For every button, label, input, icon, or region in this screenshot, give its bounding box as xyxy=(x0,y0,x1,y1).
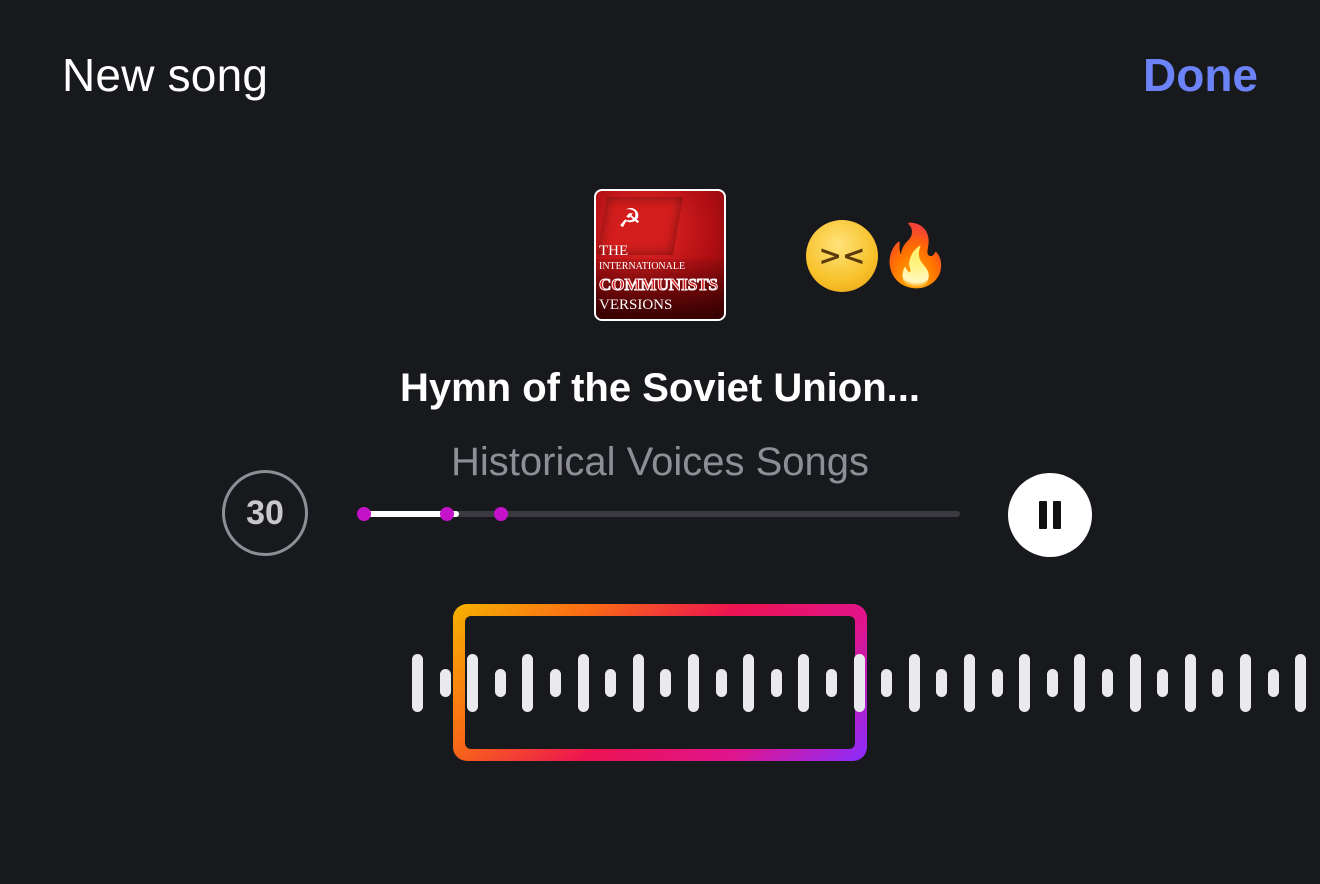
progress-marker-3[interactable] xyxy=(494,507,509,521)
waveform-bar xyxy=(1212,669,1224,697)
fire-icon[interactable]: 🔥 xyxy=(878,220,953,292)
song-title: Hymn of the Soviet Union... xyxy=(399,366,921,410)
waveform-bar xyxy=(1184,654,1196,712)
waveform-bar xyxy=(770,669,782,697)
waveform-bar xyxy=(412,654,423,712)
waveform-bar xyxy=(605,669,617,697)
waveform-bar xyxy=(522,654,534,712)
cover-text-line-2: INTERNATIONALE xyxy=(599,261,686,272)
waveform-bar xyxy=(1240,654,1251,712)
pause-icon-bar-right xyxy=(1053,501,1061,529)
waveform[interactable] xyxy=(0,600,1320,770)
duration-button[interactable]: 30 xyxy=(222,470,308,556)
waveform-bar xyxy=(550,669,561,697)
progress-marker-1[interactable] xyxy=(357,507,371,521)
waveform-bar xyxy=(577,654,589,712)
waveform-bar xyxy=(688,654,699,712)
waveform-bar xyxy=(632,654,644,712)
waveform-bar xyxy=(439,669,451,697)
waveform-bar xyxy=(660,669,672,697)
waveform-bar xyxy=(715,669,727,697)
hammer-sickle-icon: ☭ xyxy=(618,203,642,233)
cover-text-line-1: THE xyxy=(599,243,629,259)
progress-track[interactable] xyxy=(357,507,960,521)
done-button[interactable]: Done xyxy=(1143,48,1258,102)
waveform-bar xyxy=(494,669,506,697)
waveform-bar xyxy=(467,654,479,712)
waveform-bar xyxy=(826,669,837,697)
pause-icon-bar-left xyxy=(1039,501,1047,529)
waveform-bar xyxy=(1046,669,1058,697)
waveform-bar xyxy=(1019,654,1031,712)
waveform-bar xyxy=(798,654,810,712)
waveform-bar xyxy=(1074,654,1086,712)
waveform-bar xyxy=(991,669,1003,697)
waveform-bar xyxy=(853,654,865,712)
waveform-bar xyxy=(964,654,975,712)
waveform-bar xyxy=(743,654,755,712)
waveform-bar xyxy=(881,669,893,697)
waveform-bar xyxy=(1267,669,1279,697)
waveform-bar xyxy=(1129,654,1141,712)
laughing-face-icon[interactable]: >< xyxy=(806,220,878,292)
progress-marker-2[interactable] xyxy=(440,507,455,521)
album-cover: ☭ THE INTERNATIONALE COMMUNISTS VERSIONS xyxy=(594,189,726,321)
waveform-bar xyxy=(1295,654,1307,712)
page-title: New song xyxy=(62,49,269,101)
waveform-bar xyxy=(1157,669,1169,697)
waveform-bar xyxy=(1102,669,1113,697)
waveform-bar xyxy=(908,654,920,712)
artist-name: Historical Voices Songs xyxy=(451,440,869,484)
waveform-bar xyxy=(936,669,948,697)
cover-text-line-4: VERSIONS xyxy=(599,297,673,313)
pause-button[interactable] xyxy=(1008,473,1092,557)
cover-text-line-3: COMMUNISTS xyxy=(598,275,719,295)
